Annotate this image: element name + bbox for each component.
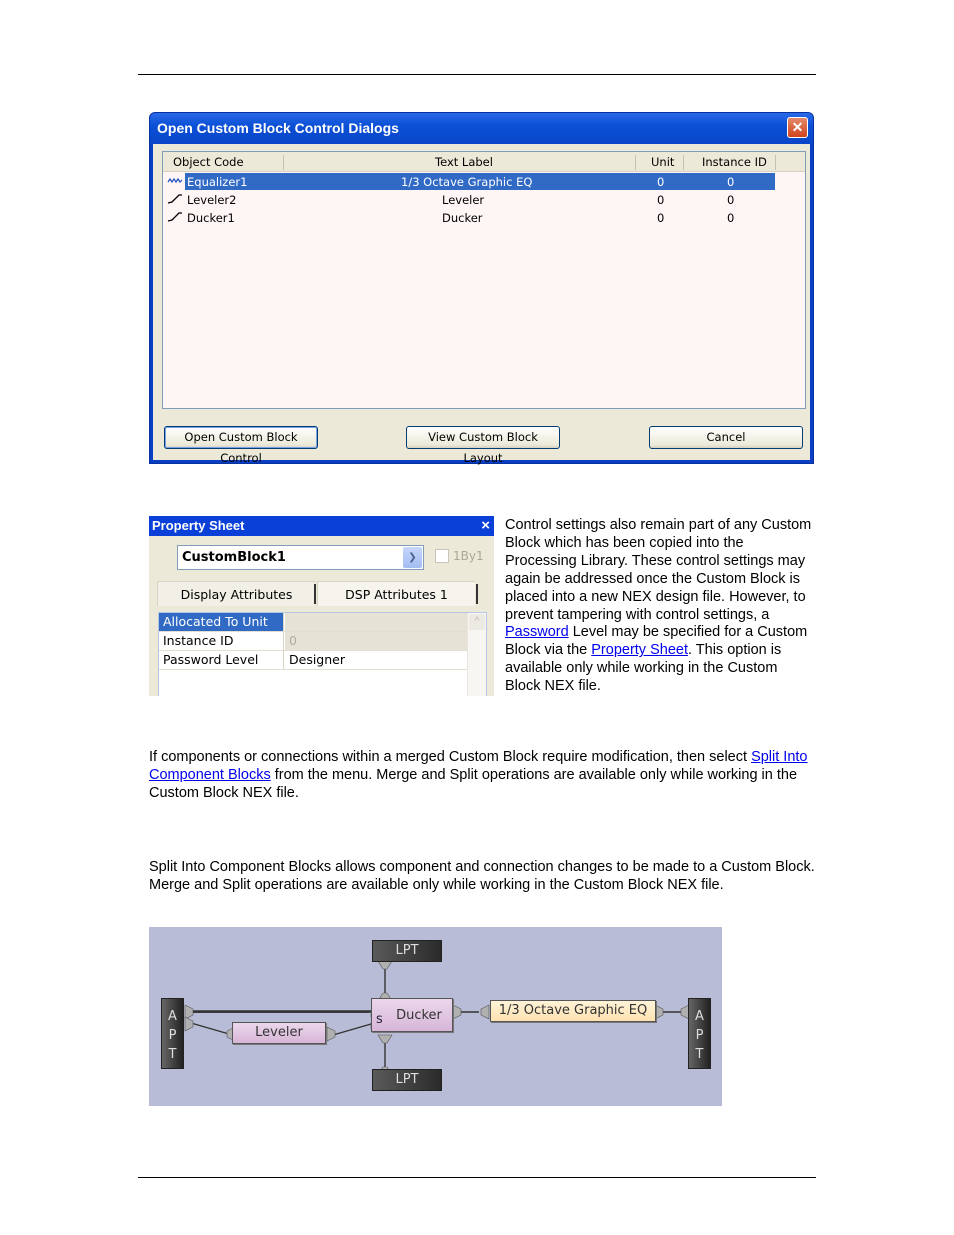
- custom-block-diagram: LPT LPT APT APT Leveler Ducker s 1/3 Oct…: [149, 927, 722, 1106]
- unit: 0: [657, 211, 665, 225]
- lpt-bottom-block[interactable]: LPT: [372, 1069, 442, 1091]
- footer-rule: [138, 1177, 816, 1178]
- open-custom-block-dialog: Open Custom Block Control Dialogs ✕ Obje…: [149, 112, 814, 465]
- object-code: Leveler2: [187, 193, 237, 207]
- instance-id: 0: [727, 175, 735, 189]
- equalizer-wave-icon: [167, 177, 183, 184]
- text-label: Leveler: [442, 193, 485, 207]
- column-unit[interactable]: Unit: [651, 155, 674, 169]
- column-instance-id[interactable]: Instance ID: [702, 155, 767, 169]
- custom-block-list[interactable]: Object Code Text Label Unit Instance ID …: [162, 151, 806, 409]
- split-paragraph: If components or connections within a me…: [149, 749, 808, 801]
- unit: 0: [657, 193, 665, 207]
- one-by-one-checkbox[interactable]: [435, 549, 449, 563]
- property-row[interactable]: Allocated To Unit: [159, 613, 467, 632]
- property-grid: Allocated To Unit Instance ID 0 Password…: [158, 612, 487, 696]
- header-rule: [138, 74, 816, 75]
- dialog-title: Open Custom Block Control Dialogs: [157, 120, 399, 136]
- object-select-value: CustomBlock1: [182, 550, 286, 565]
- property-value[interactable]: [285, 613, 467, 631]
- property-row[interactable]: Instance ID 0: [159, 632, 467, 651]
- list-row[interactable]: Ducker1 Ducker 0 0: [163, 209, 783, 227]
- property-sheet-titlebar: Property Sheet ×: [149, 516, 494, 536]
- leveler-block[interactable]: Leveler: [232, 1022, 326, 1044]
- text-label: 1/3 Octave Graphic EQ: [401, 175, 533, 189]
- column-text-label[interactable]: Text Label: [435, 155, 493, 169]
- document-page: Open Custom Block Control Dialogs ✕ Obje…: [0, 0, 954, 1235]
- view-custom-block-layout-button[interactable]: View Custom Block Layout: [406, 426, 560, 465]
- property-key: Allocated To Unit: [159, 613, 284, 631]
- tab-display-attributes[interactable]: Display Attributes: [157, 581, 315, 606]
- object-select[interactable]: CustomBlock1 ❯: [177, 545, 424, 570]
- scroll-up-icon[interactable]: ^: [469, 614, 485, 630]
- chevron-down-icon[interactable]: ❯: [403, 547, 422, 568]
- dialog-titlebar: Open Custom Block Control Dialogs ✕: [150, 113, 813, 144]
- property-sheet-link[interactable]: Property Sheet: [591, 642, 688, 658]
- open-custom-block-control-button[interactable]: Open Custom Block Control: [164, 426, 318, 465]
- property-key: Instance ID: [159, 632, 284, 650]
- split-description-paragraph: Split Into Component Blocks allows compo…: [149, 859, 815, 893]
- text-label: Ducker: [442, 211, 483, 225]
- instance-id: 0: [727, 211, 735, 225]
- tab-dsp-attributes[interactable]: DSP Attributes 1: [317, 581, 475, 606]
- property-value[interactable]: Designer: [285, 651, 467, 669]
- dialog-body: Object Code Text Label Unit Instance ID …: [153, 144, 810, 465]
- close-icon[interactable]: ×: [481, 516, 490, 536]
- object-code: Equalizer1: [187, 175, 248, 189]
- ducker-curve-icon: [167, 212, 182, 222]
- property-sheet-panel: Property Sheet × CustomBlock1 ❯ 1By1 Dis…: [149, 516, 494, 696]
- password-link[interactable]: Password: [505, 624, 569, 640]
- property-value: 0: [285, 632, 467, 650]
- object-code: Ducker1: [187, 211, 235, 225]
- list-header: Object Code Text Label Unit Instance ID: [163, 152, 805, 172]
- one-by-one-label: 1By1: [453, 549, 484, 563]
- lpt-top-block[interactable]: LPT: [372, 940, 442, 962]
- side-paragraph: Control settings also remain part of any…: [505, 517, 812, 695]
- apt-left-block[interactable]: APT: [161, 998, 184, 1069]
- unit: 0: [657, 175, 665, 189]
- property-key: Password Level: [159, 651, 284, 669]
- vertical-scrollbar[interactable]: ^: [467, 613, 486, 696]
- close-icon[interactable]: ✕: [787, 117, 808, 138]
- graphic-eq-block[interactable]: 1/3 Octave Graphic EQ: [490, 1000, 656, 1022]
- list-row[interactable]: Leveler2 Leveler 0 0: [163, 191, 783, 209]
- ducker-label: Ducker: [396, 1008, 442, 1023]
- cancel-button[interactable]: Cancel: [649, 426, 803, 449]
- column-object-code[interactable]: Object Code: [173, 155, 244, 169]
- ducker-block[interactable]: Ducker s: [371, 998, 453, 1032]
- property-row[interactable]: Password Level Designer: [159, 651, 467, 670]
- sidechain-label: s: [376, 1012, 383, 1027]
- instance-id: 0: [727, 193, 735, 207]
- leveler-curve-icon: [167, 194, 182, 204]
- property-sheet-title: Property Sheet: [152, 518, 245, 533]
- list-row[interactable]: Equalizer1 1/3 Octave Graphic EQ 0 0: [163, 173, 783, 191]
- apt-right-block[interactable]: APT: [688, 998, 711, 1069]
